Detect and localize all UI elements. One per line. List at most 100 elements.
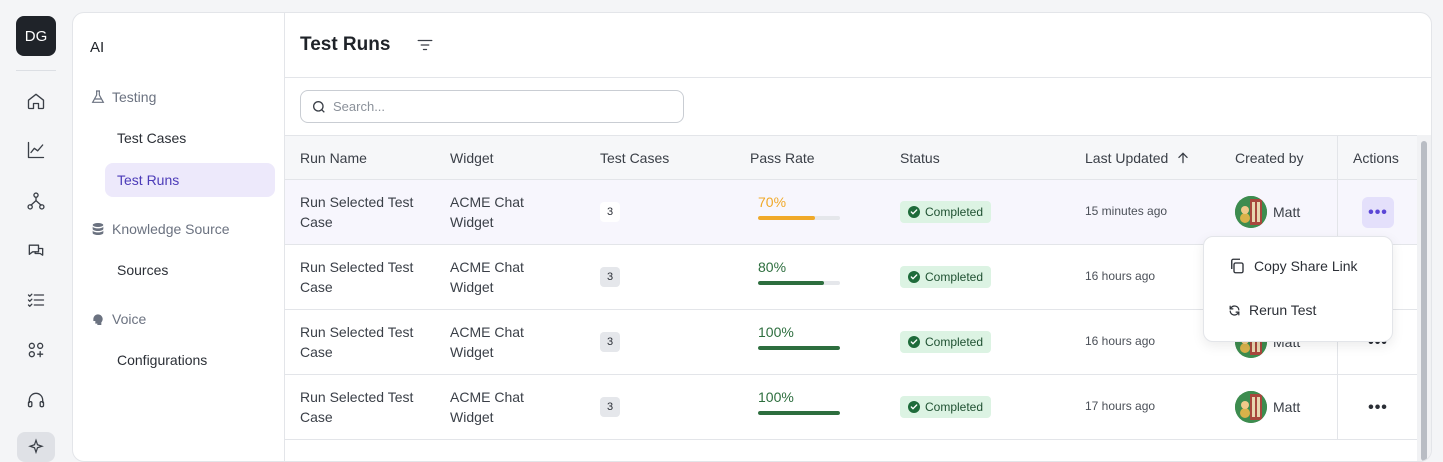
- pass-rate-bar: [758, 281, 840, 285]
- apps-icon[interactable]: [24, 338, 48, 362]
- widget-line: Widget: [450, 214, 494, 230]
- nav-group-knowledge-source: Knowledge Source: [90, 221, 230, 237]
- column-header-run-name[interactable]: Run Name: [300, 150, 367, 166]
- run-name-cell[interactable]: Run Selected Test Case: [300, 322, 430, 362]
- widget-line: ACME Chat: [450, 194, 524, 210]
- last-updated-text: 17 hours ago: [1085, 399, 1156, 413]
- more-actions-icon[interactable]: •••: [1362, 197, 1394, 228]
- scrollbar-thumb[interactable]: [1421, 141, 1427, 461]
- column-header-test-cases[interactable]: Test Cases: [600, 150, 669, 166]
- run-name-line: Case: [300, 344, 333, 360]
- list-check-icon[interactable]: [24, 288, 48, 312]
- app-rail: DG: [0, 0, 72, 462]
- column-header-created-by[interactable]: Created by: [1235, 150, 1303, 166]
- last-updated-text: 16 hours ago: [1085, 269, 1156, 283]
- table-header: Run Name Widget Test Cases Pass Rate Sta…: [285, 135, 1417, 180]
- run-name-line: Case: [300, 409, 333, 425]
- status-label: Completed: [925, 400, 984, 414]
- status-label: Completed: [925, 335, 984, 349]
- more-actions-icon[interactable]: •••: [1362, 392, 1394, 423]
- status-badge: Completed: [900, 331, 992, 353]
- rail-divider: [16, 70, 56, 71]
- run-name-line: Run Selected Test: [300, 389, 414, 405]
- database-icon: [92, 223, 104, 235]
- widget-cell: ACME Chat Widget: [450, 192, 580, 232]
- menu-item-rerun-test[interactable]: Rerun Test: [1228, 302, 1316, 318]
- pass-rate-bar: [758, 346, 840, 350]
- run-name-cell[interactable]: Run Selected Test Case: [300, 257, 430, 297]
- chart-line-icon[interactable]: [24, 138, 48, 162]
- nav-group-testing: Testing: [90, 89, 156, 105]
- column-header-status[interactable]: Status: [900, 150, 940, 166]
- chat-icon[interactable]: [24, 239, 48, 263]
- run-name-line: Run Selected Test: [300, 194, 414, 210]
- column-header-actions: Actions: [1353, 150, 1399, 166]
- pass-rate-value: 70%: [758, 194, 787, 210]
- status-badge: Completed: [900, 266, 992, 288]
- search-input[interactable]: [333, 99, 663, 114]
- actions-cell: •••: [1337, 180, 1417, 244]
- run-name-line: Run Selected Test: [300, 259, 414, 275]
- status-label: Completed: [925, 205, 984, 219]
- test-case-count-badge: 3: [600, 397, 620, 417]
- section-title: AI: [90, 39, 105, 56]
- creator-name: Matt: [1273, 399, 1301, 415]
- widget-line: ACME Chat: [450, 259, 524, 275]
- voice-head-icon: [93, 314, 103, 325]
- pass-rate-cell: 70%: [758, 194, 840, 220]
- nav-group-label: Voice: [112, 311, 147, 327]
- check-circle-icon: [908, 206, 920, 218]
- sort-ascending-icon: [1178, 152, 1189, 164]
- vertical-scrollbar[interactable]: [1417, 135, 1431, 461]
- column-header-last-updated[interactable]: Last Updated: [1085, 150, 1190, 166]
- test-case-count-badge: 3: [600, 332, 620, 352]
- run-name-cell[interactable]: Run Selected Test Case: [300, 192, 430, 232]
- run-name-cell[interactable]: Run Selected Test Case: [300, 387, 430, 427]
- pass-rate-cell: 80%: [758, 259, 840, 285]
- pass-rate-value: 80%: [758, 259, 787, 275]
- nav-group-label: Knowledge Source: [112, 221, 230, 237]
- menu-item-copy-share-link[interactable]: Copy Share Link: [1228, 257, 1358, 275]
- created-by-cell: Matt: [1235, 196, 1300, 228]
- column-header-widget[interactable]: Widget: [450, 150, 494, 166]
- avatar: [1235, 196, 1267, 228]
- widget-line: Widget: [450, 344, 494, 360]
- page-title: Test Runs: [300, 34, 391, 55]
- widget-line: ACME Chat: [450, 324, 524, 340]
- headset-icon[interactable]: [24, 388, 48, 412]
- check-circle-icon: [908, 336, 920, 348]
- workflow-icon[interactable]: [24, 189, 48, 213]
- sparkles-icon[interactable]: [17, 432, 55, 462]
- home-icon[interactable]: [24, 89, 48, 113]
- nav-group-voice: Voice: [90, 311, 146, 327]
- search-box[interactable]: [300, 90, 684, 123]
- nav-group-label: Testing: [112, 89, 157, 105]
- widget-cell: ACME Chat Widget: [450, 257, 580, 297]
- copy-icon: [1231, 258, 1244, 274]
- widget-cell: ACME Chat Widget: [450, 387, 580, 427]
- secondary-nav: AI Testing Test Cases Test Runs Knowledg…: [73, 13, 285, 461]
- pass-rate-bar: [758, 411, 840, 415]
- sidebar-item-sources[interactable]: Sources: [105, 253, 275, 287]
- sidebar-item-test-cases[interactable]: Test Cases: [105, 121, 275, 155]
- filter-icon[interactable]: [414, 34, 436, 56]
- menu-item-label: Copy Share Link: [1254, 258, 1358, 274]
- refresh-icon: [1229, 304, 1240, 316]
- flask-icon: [91, 90, 105, 103]
- menu-item-label: Rerun Test: [1249, 302, 1317, 318]
- pass-rate-value: 100%: [758, 389, 794, 405]
- creator-name: Matt: [1273, 204, 1301, 220]
- check-circle-icon: [908, 271, 920, 283]
- status-badge: Completed: [900, 201, 992, 223]
- user-avatar-initials[interactable]: DG: [16, 16, 56, 56]
- column-header-pass-rate[interactable]: Pass Rate: [750, 150, 815, 166]
- page-header: Test Runs: [285, 13, 1431, 78]
- avatar: [1235, 391, 1267, 423]
- check-circle-icon: [908, 401, 920, 413]
- pass-rate-bar-fill: [758, 281, 824, 285]
- sidebar-item-configurations[interactable]: Configurations: [105, 343, 275, 377]
- sidebar-item-test-runs[interactable]: Test Runs: [105, 163, 275, 197]
- run-name-line: Run Selected Test: [300, 324, 414, 340]
- pass-rate-cell: 100%: [758, 324, 840, 350]
- table-row[interactable]: Run Selected Test Case ACME Chat Widget …: [285, 375, 1417, 440]
